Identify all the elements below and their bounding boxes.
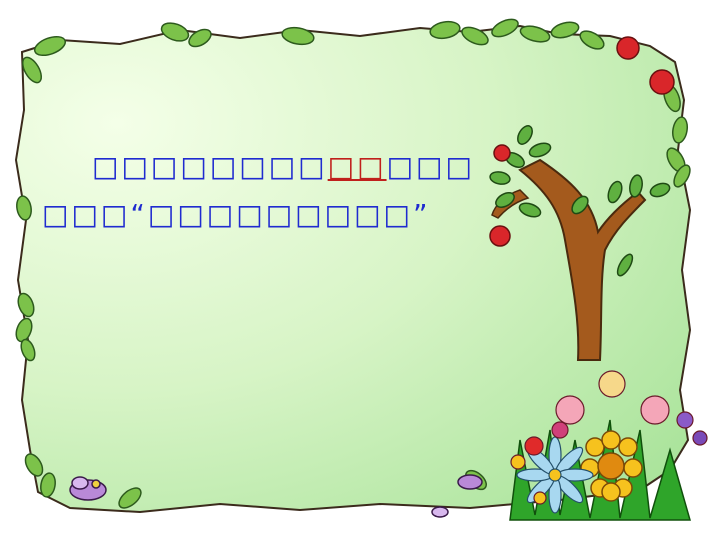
slide-text-line-2: □□□“□□□□□□□□□” xyxy=(42,198,431,232)
line1-text-after: □□□ xyxy=(386,150,475,183)
opening-quote: “ xyxy=(130,198,148,231)
slide-text-line-1: □□□□□□□□□□□□□ xyxy=(92,150,475,184)
line2-quoted-text: □□□□□□□□□ xyxy=(147,198,413,231)
closing-quote: ” xyxy=(413,198,431,231)
decorative-frame xyxy=(14,18,708,521)
line1-highlighted-text: □□ xyxy=(327,150,387,183)
line1-text-before: □□□□□□□□ xyxy=(92,150,328,183)
line2-prefix: □□□ xyxy=(42,198,131,231)
